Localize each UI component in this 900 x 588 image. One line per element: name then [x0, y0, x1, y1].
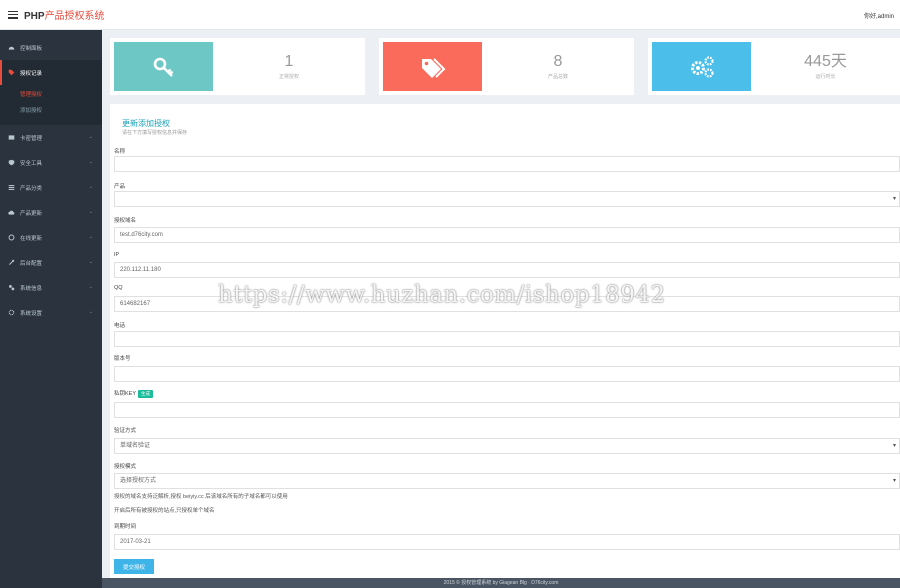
- stat-card-products: 8 产品总数: [379, 38, 634, 95]
- mode-label: 授权模式: [114, 464, 137, 470]
- method-select[interactable]: 单域名验证: [114, 438, 900, 454]
- sidebar-item-security[interactable]: 安全工具 ⌄: [0, 150, 102, 175]
- tag-icon: [8, 69, 15, 76]
- cogs-icon: [690, 55, 714, 78]
- key-input[interactable]: [114, 402, 900, 418]
- form-subtitle: 请在下方填写授权信息并保存: [122, 130, 188, 136]
- sidebar-item-license[interactable]: 授权记录: [0, 60, 102, 85]
- product-label: 产品: [114, 184, 126, 190]
- submit-button[interactable]: 提交授权: [114, 559, 154, 574]
- shield-icon: [8, 159, 15, 166]
- sidebar-item-system-settings[interactable]: 系统设置 ⌄: [0, 300, 102, 325]
- ip-label: IP: [114, 252, 120, 258]
- phone-input[interactable]: [114, 331, 900, 347]
- qq-label: QQ: [114, 285, 123, 291]
- help-text-1: 授权的域名支持泛解析,授权 beiyiy.cc 后该域名所有的子域名都可以使用: [114, 494, 288, 500]
- generate-key-button[interactable]: 生成: [138, 389, 154, 398]
- version-input[interactable]: [114, 366, 900, 382]
- stat-icon-box: [652, 42, 751, 91]
- sidebar-item-label: 后台配置: [20, 260, 43, 267]
- sidebar-item-label: 授权记录: [20, 70, 43, 77]
- stat-label: 运行时长: [815, 74, 836, 80]
- stat-value: 1: [284, 53, 294, 70]
- sidebar-item-label: 安全工具: [20, 160, 43, 167]
- form-title: 更新添加授权: [122, 119, 170, 128]
- sidebar-item-dashboard[interactable]: 控制面板: [0, 35, 102, 60]
- chevron-down-icon: ⌄: [88, 134, 93, 140]
- name-input[interactable]: [114, 156, 900, 172]
- expiry-input[interactable]: 2017-03-21: [114, 534, 900, 550]
- sidebar-item-label: 系统信息: [20, 285, 43, 292]
- help-text-2: 开启后所有被授权的站点,只授权单个域名: [114, 508, 215, 514]
- brand-accent: 产品授权系统: [44, 11, 105, 22]
- sidebar-item-label: 控制面板: [20, 45, 43, 52]
- sidebar-item-label: 在线更新: [20, 235, 43, 242]
- sidebar-item-label: 卡密管理: [20, 135, 43, 142]
- sidebar-group-license: 授权记录 管理授权 添加授权: [0, 60, 102, 125]
- chevron-down-icon: ⌄: [88, 184, 93, 190]
- sidebar-item-online-update[interactable]: 在线更新 ⌄: [0, 225, 102, 250]
- dashboard-icon: [8, 44, 15, 51]
- domain-input[interactable]: test.d76city.com: [114, 227, 900, 243]
- chevron-down-icon: ⌄: [88, 234, 93, 240]
- card-icon: [8, 134, 15, 141]
- app-brand[interactable]: PHP产品授权系统: [24, 7, 105, 22]
- sidebar-item-label: 产品分类: [20, 185, 43, 192]
- sidebar-item-backend-config[interactable]: 后台配置 ⌄: [0, 250, 102, 275]
- expiry-label: 到期时间: [114, 524, 137, 530]
- chevron-down-icon: ⌄: [88, 209, 93, 215]
- name-label: 名称: [114, 149, 126, 155]
- refresh-icon: [8, 234, 15, 241]
- version-label: 版本号: [114, 356, 131, 362]
- stat-label: 正常授权: [278, 74, 299, 80]
- sidebar-item-product-update[interactable]: 产品更新 ⌄: [0, 200, 102, 225]
- chevron-down-icon: ⌄: [88, 309, 93, 315]
- top-navbar: PHP产品授权系统 你好,admin: [0, 0, 900, 30]
- sidebar-subnav: 管理授权 添加授权: [0, 85, 102, 125]
- stat-card-uptime: 445天 运行时长: [648, 38, 900, 95]
- stat-icon-box: [383, 42, 482, 91]
- key-icon: [153, 57, 173, 77]
- chevron-down-icon: ⌄: [88, 259, 93, 265]
- sidebar-item-categories[interactable]: 产品分类 ⌄: [0, 175, 102, 200]
- cloud-icon: [8, 209, 15, 216]
- license-form-panel: 更新添加授权 请在下方填写授权信息并保存 名称 产品 授权域名 test.d76…: [110, 104, 900, 578]
- list-icon: [8, 184, 15, 191]
- info-icon: [8, 284, 15, 291]
- sidebar-item-system-info[interactable]: 系统信息 ⌄: [0, 275, 102, 300]
- stat-label: 产品总数: [547, 74, 568, 80]
- settings-icon: [8, 259, 15, 266]
- mode-select[interactable]: 选择授权方式: [114, 473, 900, 489]
- product-select[interactable]: [114, 191, 900, 207]
- subnav-manage-license[interactable]: 管理授权: [0, 87, 102, 103]
- brand-prefix: PHP: [24, 11, 45, 22]
- tags-icon: [421, 57, 445, 78]
- domain-label: 授权域名: [114, 218, 137, 224]
- sidebar: 控制面板 授权记录 管理授权 添加授权 卡密管理 ⌄ 安全工具 ⌄ 产品分类 ⌄…: [0, 30, 102, 588]
- gear-icon: [8, 309, 15, 316]
- chevron-down-icon: ⌄: [88, 159, 93, 165]
- user-menu[interactable]: 你好,admin: [864, 11, 894, 20]
- phone-label: 电话: [114, 323, 126, 329]
- key-label-text: 私钥KEY: [114, 391, 137, 397]
- sidebar-item-label: 产品更新: [20, 210, 43, 217]
- qq-input[interactable]: 614682167: [114, 296, 900, 312]
- stat-card-licenses: 1 正常授权: [110, 38, 365, 95]
- ip-input[interactable]: 220.112.11.180: [114, 262, 900, 278]
- stat-value: 445天: [804, 53, 847, 70]
- key-label: 私钥KEY 生成: [114, 389, 154, 398]
- menu-toggle-icon[interactable]: [8, 10, 18, 19]
- footer: 2015 © 授权管理系统 by Giagean Blg · D76city.c…: [102, 578, 900, 588]
- method-label: 验证方式: [114, 428, 137, 434]
- sidebar-item-label: 系统设置: [20, 310, 43, 317]
- stat-icon-box: [114, 42, 213, 91]
- sidebar-item-cards[interactable]: 卡密管理 ⌄: [0, 125, 102, 150]
- subnav-add-license[interactable]: 添加授权: [0, 103, 102, 119]
- chevron-down-icon: ⌄: [88, 284, 93, 290]
- stat-value: 8: [553, 53, 563, 70]
